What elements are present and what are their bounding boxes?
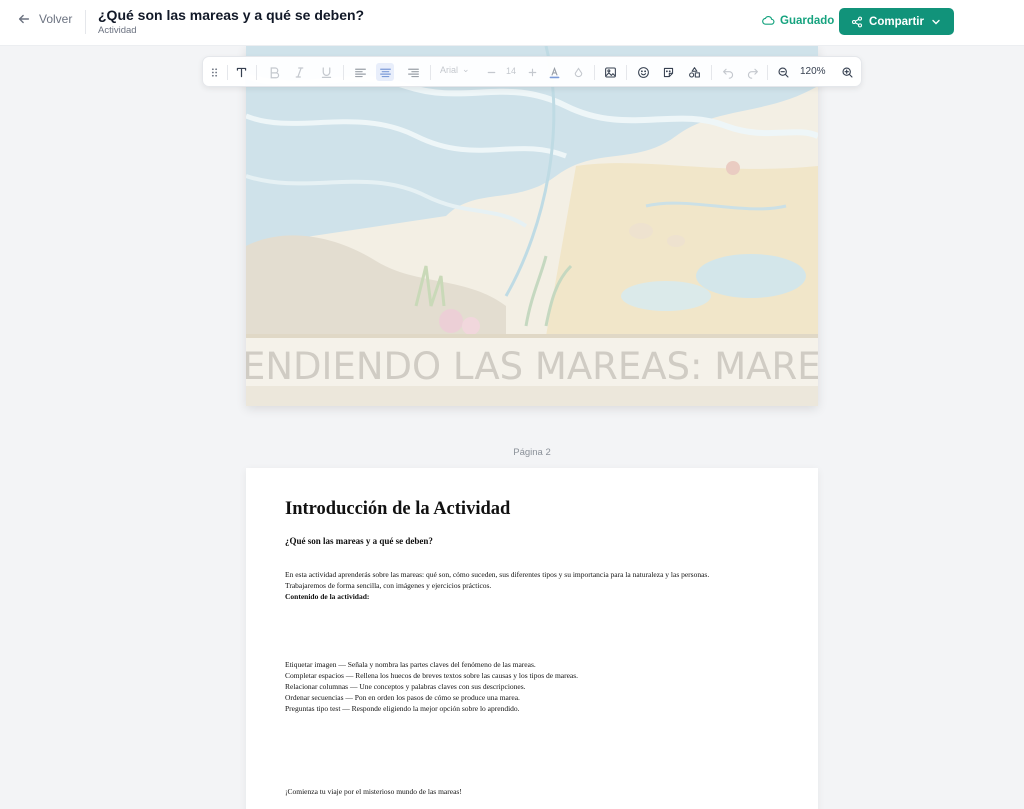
shapes-icon[interactable] [685,63,703,81]
list-item[interactable]: Preguntas tipo test — Responde eligiendo… [285,703,785,714]
zoom-out-icon[interactable] [774,63,792,81]
emoji-icon[interactable] [634,63,652,81]
banner-text: ENDIENDO LAS MAREAS: MAREA ALTA Y MAR [246,345,818,388]
toolbar-separator [430,65,431,80]
redo-icon[interactable] [743,63,761,81]
bold-icon[interactable] [265,63,283,81]
align-center-icon[interactable] [376,63,394,81]
image-icon[interactable] [601,63,619,81]
list-item[interactable]: Etiquetar imagen — Señala y nombra las p… [285,659,785,670]
back-button[interactable]: Volver [17,12,72,26]
decrease-size-icon[interactable] [482,63,500,81]
font-family-value: Arial [440,64,459,75]
save-status: Guardado [762,14,834,27]
share-label: Compartir [869,15,924,28]
highlight-icon[interactable] [569,63,587,81]
toolbar-separator [227,65,228,80]
underline-icon[interactable] [317,63,335,81]
app-header: Volver ¿Qué son las mareas y a qué se de… [0,0,1024,46]
tides-illustration: ENDIENDO LAS MAREAS: MAREA ALTA Y MAR [246,46,818,406]
page-heading[interactable]: Introducción de la Actividad [285,499,510,520]
document-title[interactable]: ¿Qué son las mareas y a qué se deben? [98,7,364,24]
page-question[interactable]: ¿Qué son las mareas y a qué se deben? [285,536,433,546]
font-family-select[interactable]: Arial ⌄ [440,64,470,75]
share-button[interactable]: Compartir [839,8,954,35]
share-icon [851,16,863,27]
toolbar-separator [711,65,712,80]
list-item[interactable]: Ordenar secuencias — Pon en orden los pa… [285,692,785,703]
text-color-icon[interactable] [545,63,563,81]
cloud-icon [762,16,775,25]
text-tool-icon[interactable] [232,63,250,81]
page-2-label: Página 2 [513,447,551,458]
drag-handle-icon[interactable] [205,63,223,81]
toolbar-separator [343,65,344,80]
chevron-down-icon: ⌄ [462,64,470,74]
formatting-toolbar: Arial ⌄ 14 120% [202,56,862,87]
closing-line[interactable]: ¡Comienza tu viaje por el misterioso mun… [285,786,785,797]
zoom-level: 120% [800,66,826,77]
sticker-icon[interactable] [659,63,677,81]
toolbar-separator [256,65,257,80]
list-item[interactable]: Completar espacios — Rellena los huecos … [285,670,785,681]
page-1-illustration[interactable]: ENDIENDO LAS MAREAS: MAREA ALTA Y MAR [246,46,818,406]
intro-line-2[interactable]: Trabajaremos de forma sencilla, con imág… [285,580,785,591]
list-item[interactable]: Relacionar columnas — Une conceptos y pa… [285,681,785,692]
align-left-icon[interactable] [351,63,369,81]
toolbar-separator [626,65,627,80]
back-label: Volver [39,12,73,26]
document-type: Actividad [98,25,137,36]
increase-size-icon[interactable] [523,63,541,81]
font-size-value[interactable]: 14 [506,66,516,76]
contents-title[interactable]: Contenido de la actividad: [285,591,785,602]
italic-icon[interactable] [290,63,308,81]
page-2[interactable]: Introducción de la Actividad ¿Qué son la… [246,468,818,809]
undo-icon[interactable] [719,63,737,81]
arrow-left-icon [18,14,30,24]
intro-line-1[interactable]: En esta actividad aprenderás sobre las m… [285,569,785,580]
toolbar-separator [767,65,768,80]
chevron-down-icon [932,19,940,24]
save-status-label: Guardado [780,14,835,27]
toolbar-separator [594,65,595,80]
header-divider [85,10,86,34]
zoom-in-icon[interactable] [838,63,856,81]
align-right-icon[interactable] [404,63,422,81]
title-block: ¿Qué son las mareas y a qué se deben? Ac… [98,7,364,36]
